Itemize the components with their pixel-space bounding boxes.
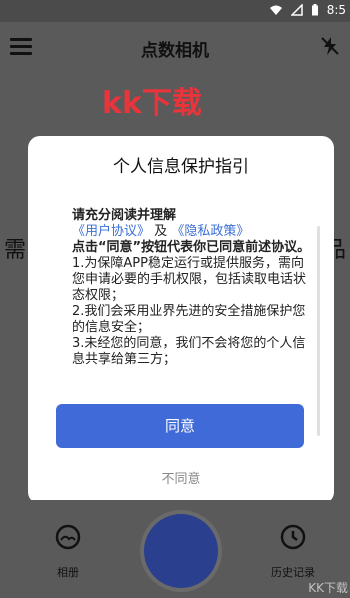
privacy-policy-link[interactable]: 《隐私政策》 xyxy=(171,224,249,239)
app-bar: 点数相机 xyxy=(0,22,350,72)
disagree-button[interactable]: 不同意 xyxy=(28,468,334,487)
battery-icon xyxy=(311,4,318,16)
dialog-title: 个人信息保护指引 xyxy=(113,157,249,177)
wifi-icon xyxy=(269,5,282,15)
user-agreement-link[interactable]: 《用户协议》 xyxy=(72,224,150,239)
flash-off-icon[interactable] xyxy=(320,36,340,56)
clock-icon xyxy=(280,524,306,550)
consent-text: 点击“同意”按钮代表你已同意前述协议。 xyxy=(72,240,311,255)
page-title: 点数相机 xyxy=(141,41,209,61)
album-label: 相册 xyxy=(57,566,79,579)
status-time: 8:5 xyxy=(326,3,346,17)
item-2: 2.我们会采用业界先进的安全措施保护您的信息安全； xyxy=(72,304,306,335)
history-button[interactable]: 历史记录 xyxy=(268,524,318,580)
item-3: 3.未经您的同意，我们不会将您的个人信息共享给第三方； xyxy=(72,336,306,367)
item-1: 1.为保障APP稳定运行或提供服务，需向您申请必要的手机权限，包括读取电话状态权… xyxy=(72,256,307,303)
agree-button[interactable]: 同意 xyxy=(56,404,304,448)
background-text-left: 需 xyxy=(4,238,27,263)
shutter-button[interactable] xyxy=(144,514,218,588)
watermark-text: kk下载 xyxy=(102,86,202,121)
privacy-dialog: 个人信息保护指引 请充分阅读并理解 《用户协议》 及 《隐私政策》 点击“同意”… xyxy=(28,136,334,504)
album-button[interactable]: 相册 xyxy=(48,524,88,580)
history-label: 历史记录 xyxy=(271,566,315,579)
dialog-lead: 请充分阅读并理解 xyxy=(72,208,177,223)
dialog-body: 请充分阅读并理解 《用户协议》 及 《隐私政策》 点击“同意”按钮代表你已同意前… xyxy=(72,208,312,368)
and-text: 及 xyxy=(154,224,168,239)
policy-links: 《用户协议》 及 《隐私政策》 xyxy=(72,224,312,240)
bottom-bar: 相册 历史记录 KK下载 xyxy=(0,500,350,598)
status-icons: 8:5 xyxy=(269,3,346,17)
album-icon xyxy=(55,524,81,550)
scrollbar[interactable] xyxy=(317,226,320,436)
watermark-corner: KK下载 xyxy=(308,581,348,595)
signal-icon xyxy=(290,4,303,16)
status-bar: 8:5 xyxy=(0,0,350,22)
